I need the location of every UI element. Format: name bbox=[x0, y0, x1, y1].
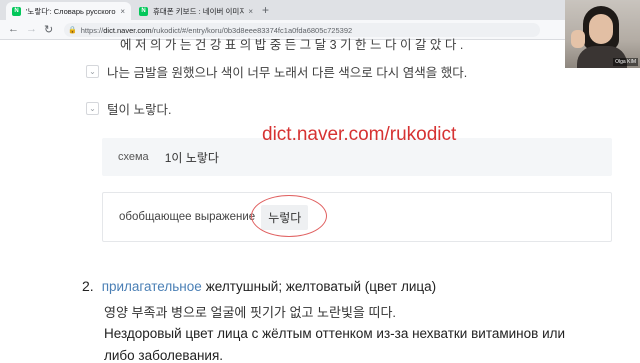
tab-bar: N '노랗다': Словарь русского язы × N 휴대폰 키보… bbox=[0, 0, 640, 20]
scheme-label: схема bbox=[118, 151, 149, 163]
close-tab-icon[interactable]: × bbox=[248, 7, 253, 16]
back-arrow-icon[interactable]: ← bbox=[8, 23, 19, 35]
lock-icon: 🔒 bbox=[68, 27, 77, 34]
russian-definition: Нездоровый цвет лица с жёлтым оттенком и… bbox=[104, 326, 566, 341]
reload-icon[interactable]: ↻ bbox=[44, 23, 53, 36]
tab-dictionary[interactable]: N '노랗다': Словарь русского язы × bbox=[6, 2, 131, 20]
example-row: ⌄ 털이 노랗다. bbox=[86, 99, 171, 118]
example-sentence-cut: 에 저 의 가 는 건 강 표 의 밥 중 든 그 달 3 기 한 느 다 이 … bbox=[120, 38, 464, 52]
url-scheme: https:// bbox=[80, 25, 104, 35]
example-row: ⌄ 나는 금발을 원했으나 색이 너무 노래서 다른 색으로 다시 염색을 했다… bbox=[86, 62, 467, 81]
webcam-overlay: Olga KIM bbox=[565, 0, 640, 68]
generalization-word-link[interactable]: 누렇다 bbox=[251, 194, 328, 237]
naver-favicon-icon: N bbox=[12, 6, 21, 16]
sense-number: 2. bbox=[82, 278, 94, 294]
close-tab-icon[interactable]: × bbox=[120, 7, 125, 16]
part-of-speech-link[interactable]: прилагательное bbox=[102, 279, 202, 294]
sense-2-header: 2. прилагательное желтушный; желтоватый … bbox=[82, 278, 436, 294]
tab-image-search[interactable]: N 휴대폰 키보드 : 네이버 이미지검 × bbox=[133, 2, 259, 20]
russian-definition-cont: либо заболевания. bbox=[104, 348, 224, 363]
chevron-down-icon[interactable]: ⌄ bbox=[86, 102, 99, 115]
overlay-url-annotation: dict.naver.com/rukodict bbox=[262, 124, 457, 145]
presenter-face bbox=[589, 14, 613, 44]
presenter-hand bbox=[571, 30, 585, 48]
forward-arrow-icon[interactable]: → bbox=[26, 23, 37, 35]
red-circle-annotation bbox=[251, 194, 328, 237]
generalization-box: обобщающее выражение 누렇다 bbox=[102, 192, 612, 242]
chevron-down-icon[interactable]: ⌄ bbox=[86, 65, 99, 78]
dictionary-entry: 에 저 의 가 는 건 강 표 의 밥 중 든 그 달 3 기 한 느 다 이 … bbox=[0, 38, 640, 363]
naver-favicon-icon: N bbox=[139, 6, 148, 16]
tab-title: 휴대폰 키보드 : 네이버 이미지검 bbox=[153, 6, 245, 16]
example-sentence: 나는 금발을 원했으나 색이 너무 노래서 다른 색으로 다시 염색을 했다. bbox=[107, 66, 468, 80]
tab-title: '노랗다': Словарь русского язы bbox=[26, 6, 116, 16]
new-tab-button[interactable]: + bbox=[262, 3, 269, 17]
example-sentence: 털이 노랗다. bbox=[107, 103, 172, 117]
generalization-label: обобщающее выражение bbox=[119, 211, 256, 223]
scheme-value: 1이 노랗다 bbox=[164, 150, 219, 165]
korean-definition: 영양 부족과 병으로 얼굴에 핏기가 없고 노란빛을 띠다. bbox=[104, 305, 397, 320]
sense-meaning: желтушный; желтоватый (цвет лица) bbox=[205, 279, 437, 294]
webcam-name-tag: Olga KIM bbox=[613, 58, 638, 66]
